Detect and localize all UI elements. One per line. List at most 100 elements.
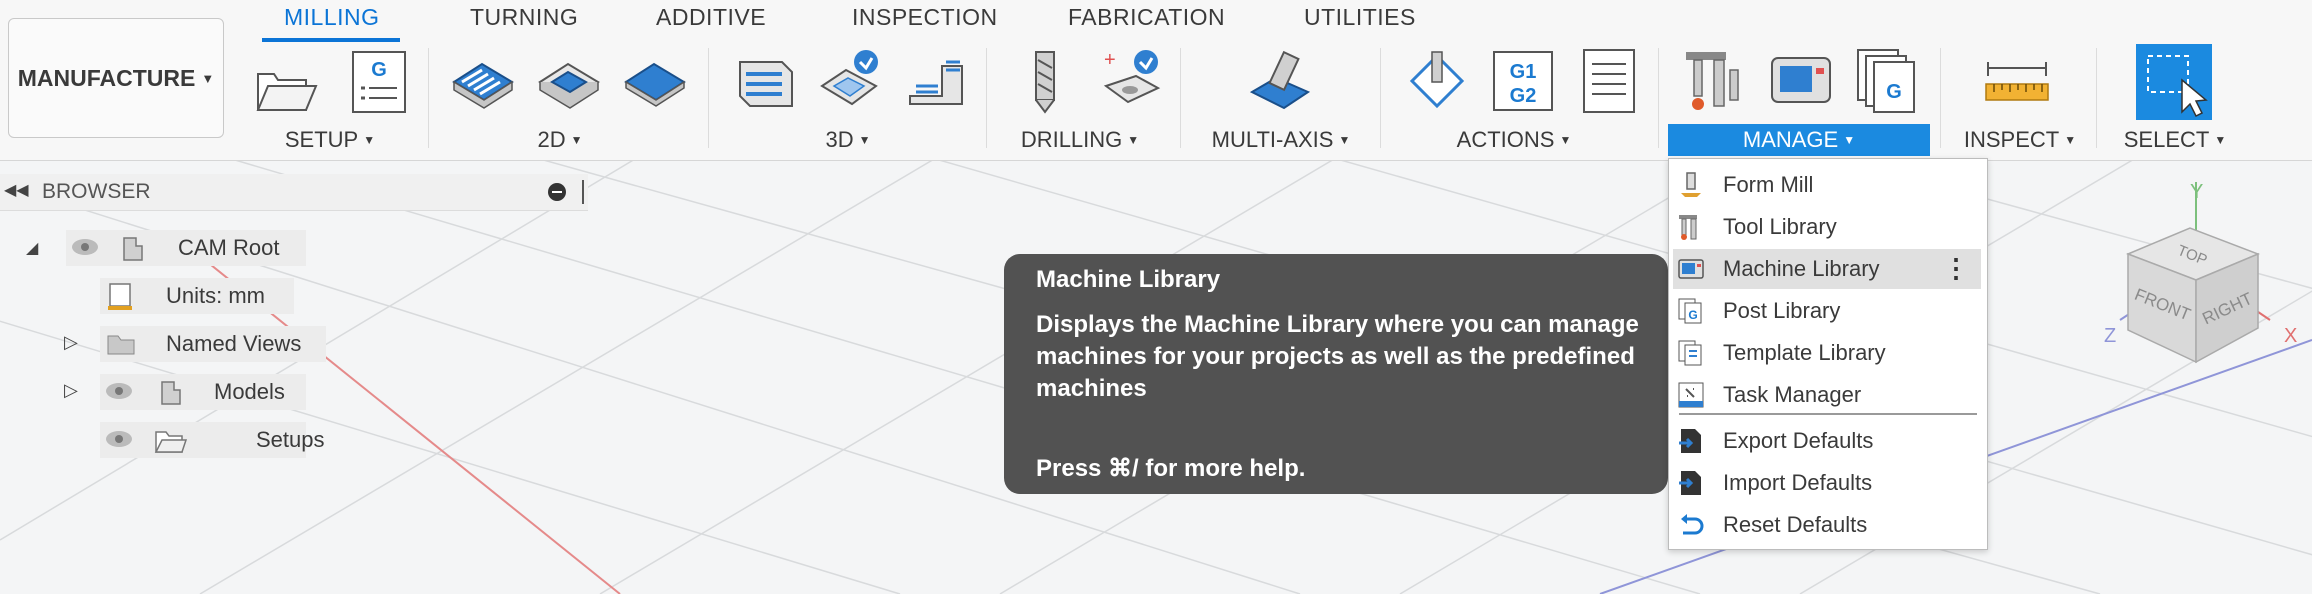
separator (1940, 48, 1941, 148)
hole-recognition-icon[interactable]: + (1096, 46, 1166, 116)
menu-item-import-defaults[interactable]: Import Defaults (1673, 463, 1981, 503)
viewcube[interactable]: Y Z X TOP FRONT RIGHT (2090, 170, 2312, 390)
expand-triangle-icon[interactable]: ▷ (64, 332, 78, 353)
2d-adaptive-icon[interactable] (448, 46, 518, 116)
export-defaults-icon (1679, 429, 1701, 453)
workspace-switcher[interactable]: MANUFACTURE ▼ (8, 18, 224, 138)
menu-separator (1679, 413, 1977, 415)
plus-sign: + (1104, 49, 1116, 71)
browser-header: ◀◀ BROWSER (0, 174, 588, 211)
separator (1380, 48, 1381, 148)
group-select[interactable]: SELECT ▼ (2122, 124, 2228, 156)
tab-additive[interactable]: ADDITIVE (656, 4, 766, 31)
tree-item-named-views[interactable]: ▷ Named Views (0, 326, 340, 362)
component-icon (161, 381, 181, 405)
setup-sheet-icon[interactable] (1574, 46, 1644, 116)
tab-milling[interactable]: MILLING (284, 4, 380, 31)
separator (986, 48, 987, 148)
import-defaults-icon (1679, 471, 1701, 495)
manage-dropdown-menu: Form Mill Tool Library Machine Library ⋮… (1668, 158, 1988, 550)
tab-fabrication[interactable]: FABRICATION (1068, 4, 1225, 31)
collapse-panel-icon[interactable]: ◀◀ (4, 180, 29, 200)
3d-steep-shallow-icon[interactable] (902, 46, 972, 116)
post-library-icon[interactable]: G (1852, 46, 1922, 116)
tooltip: Machine Library Displays the Machine Lib… (1004, 254, 1668, 494)
2d-face-icon[interactable] (620, 46, 690, 116)
expand-triangle-icon[interactable]: ▷ (64, 380, 78, 401)
open-folder-icon (154, 431, 188, 453)
menu-item-export-defaults[interactable]: Export Defaults (1673, 421, 1981, 461)
tool-library-icon (1679, 215, 1697, 240)
browser-title: BROWSER (42, 180, 151, 203)
tree-label: Units: mm (166, 283, 265, 308)
tree-item-cam-root[interactable]: ◢ CAM Root (0, 230, 320, 266)
group-actions[interactable]: ACTIONS ▼ (1456, 124, 1572, 156)
tab-inspection[interactable]: INSPECTION (852, 4, 998, 31)
new-setup-icon[interactable] (252, 52, 322, 122)
group-multi-axis[interactable]: MULTI-AXIS ▼ (1208, 124, 1354, 156)
menu-item-label: Tool Library (1723, 214, 1837, 239)
group-manage[interactable]: MANAGE ▼ (1668, 124, 1930, 156)
tool-library-icon[interactable] (1680, 46, 1750, 116)
units-document-icon (108, 283, 132, 310)
folder-icon (107, 335, 135, 355)
panel-resize-handle[interactable] (582, 180, 584, 204)
visibility-eye-icon[interactable] (104, 428, 134, 450)
group-setup[interactable]: SETUP ▼ (280, 124, 380, 156)
tooltip-body: Displays the Machine Library where you c… (1036, 311, 1639, 402)
measure-icon[interactable] (1982, 46, 2052, 116)
menu-item-post-library[interactable]: G Post Library (1673, 291, 1981, 331)
menu-item-label: Post Library (1723, 298, 1841, 323)
2d-pocket-icon[interactable] (534, 46, 604, 116)
g-code-letter: G (1886, 81, 1902, 103)
g2-label: G2 (1510, 85, 1537, 107)
nc-program-icon[interactable]: G (344, 48, 414, 118)
tooltip-title: Machine Library (1036, 266, 1221, 293)
tab-turning[interactable]: TURNING (470, 4, 578, 31)
toolbar-ribbon: MANUFACTURE ▼ MILLING TURNING ADDITIVE I… (0, 0, 2312, 161)
separator (1180, 48, 1181, 148)
form-mill-icon (1681, 172, 1701, 197)
menu-item-template-library[interactable]: Template Library (1673, 333, 1981, 373)
drill-icon[interactable] (1010, 46, 1080, 116)
tooltip-help: Press ⌘/ for more help. (1036, 455, 1306, 482)
tree-item-models[interactable]: ▷ Models (0, 374, 340, 410)
tab-utilities[interactable]: UTILITIES (1304, 4, 1416, 31)
menu-item-machine-library[interactable]: Machine Library ⋮ (1673, 249, 1981, 289)
minimize-icon[interactable] (548, 183, 566, 201)
machine-library-icon[interactable] (1766, 46, 1836, 116)
group-3d[interactable]: 3D ▼ (818, 124, 878, 156)
tree-item-units[interactable]: Units: mm (0, 278, 320, 314)
menu-item-form-mill[interactable]: Form Mill (1673, 165, 1981, 205)
separator (428, 48, 429, 148)
menu-item-task-manager[interactable]: Task Manager (1673, 375, 1981, 415)
menu-item-reset-defaults[interactable]: Reset Defaults (1673, 505, 1981, 545)
post-process-icon[interactable]: G1 G2 (1488, 46, 1558, 116)
visibility-eye-icon[interactable] (70, 236, 100, 258)
chevron-down-icon: ▼ (201, 70, 215, 86)
menu-item-tool-library[interactable]: Tool Library (1673, 207, 1981, 247)
visibility-eye-icon[interactable] (104, 380, 134, 402)
simulate-icon[interactable] (1402, 46, 1472, 116)
3d-adaptive-icon[interactable] (730, 46, 800, 116)
multi-axis-icon[interactable] (1246, 46, 1316, 116)
group-drilling[interactable]: DRILLING ▼ (1021, 124, 1139, 156)
menu-item-label: Form Mill (1723, 172, 1814, 197)
menu-item-label: Import Defaults (1723, 470, 1873, 495)
select-icon[interactable] (2134, 42, 2214, 122)
collapse-triangle-icon[interactable]: ◢ (26, 238, 38, 258)
3d-pocket-icon[interactable] (816, 46, 886, 116)
g1-label: G1 (1510, 61, 1537, 83)
template-library-icon (1678, 340, 1702, 366)
more-options-icon[interactable]: ⋮ (1943, 253, 1969, 284)
tree-item-setups[interactable]: Setups (0, 422, 325, 458)
group-2d[interactable]: 2D ▼ (530, 124, 590, 156)
component-icon (123, 237, 143, 261)
workspace-label: MANUFACTURE (17, 64, 196, 91)
menu-item-label: Task Manager (1723, 382, 1862, 407)
separator (1658, 48, 1659, 148)
tree-label: CAM Root (178, 235, 280, 260)
tree-label: Models (214, 379, 285, 404)
group-inspect[interactable]: INSPECT ▼ (1962, 124, 2078, 156)
separator (2096, 48, 2097, 148)
